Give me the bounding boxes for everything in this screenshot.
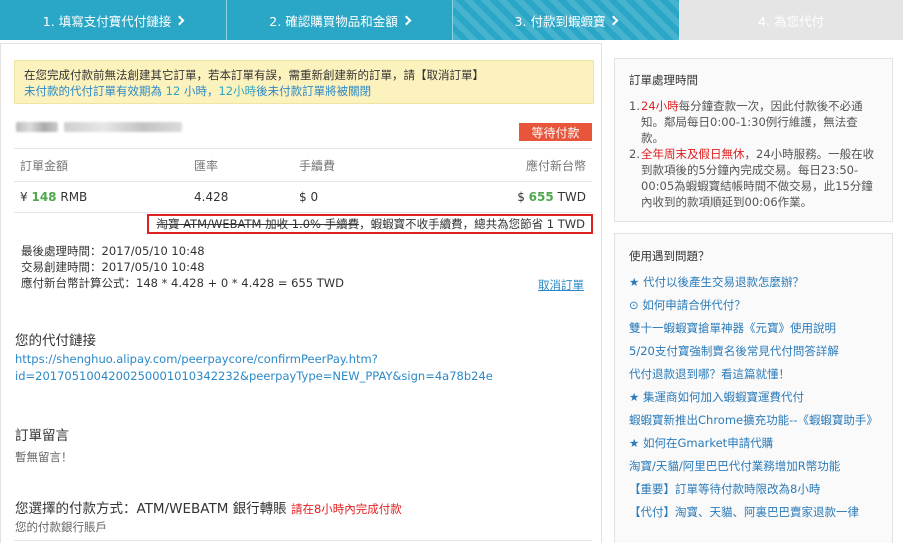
- processing-time-panel: 訂單處理時間 1. 24小時每分鐘查款一次，因此付款後不必通知。鄰局每日0:00-…: [614, 58, 893, 222]
- help-link[interactable]: 【重要】訂單等待付款時限改為8小時: [629, 481, 878, 497]
- help-link[interactable]: ★ 代付以後產生交易退款怎麼辦？: [629, 274, 878, 290]
- currency-symbol: $: [517, 190, 525, 204]
- help-title: 使用遇到問題？: [629, 249, 710, 263]
- status-badge: 等待付款: [519, 123, 592, 141]
- payment-deadline: 請在8小時內完成付款: [290, 502, 402, 516]
- order-times: 最後處理時間：2017/05/10 10:48 交易創建時間：2017/05/1…: [21, 243, 344, 291]
- help-link[interactable]: 5/20支付寶強制賣名後常見代付問答詳解: [629, 343, 878, 359]
- order-number-redacted: [16, 122, 182, 132]
- step-2-label: 2. 確認購買物品和金額: [269, 13, 398, 29]
- payment-method-text: 您選擇的付款方式：ATM/WEBATM 銀行轉賬: [15, 501, 287, 517]
- header-amount: 訂單金額: [20, 158, 69, 173]
- list-item: 2. 全年周末及假日無休，24小時服務。一般在收到款項後的5分鐘內完成交易。每日2…: [629, 146, 878, 210]
- help-link[interactable]: 【代付】淘寶、天貓、阿裏巴巴賣家退款一律: [629, 504, 878, 520]
- divider: [14, 540, 592, 541]
- help-link[interactable]: 淘寶/天貓/阿里巴巴代付業務增加R幣功能: [629, 458, 878, 474]
- processing-title: 訂單處理時間: [629, 73, 698, 87]
- message-empty: 暫無留言！: [15, 450, 73, 464]
- pay-formula: 應付新台幣計算公式：148 * 4.428 + 0 * 4.428 = 655 …: [21, 276, 344, 290]
- savings-text: ，蝦蝦寶不收手續費，總共為您節省 1 TWD: [359, 217, 585, 231]
- chevron-right-icon: [174, 15, 185, 26]
- notice-hours-em: 12小時: [218, 84, 257, 98]
- help-link[interactable]: ⊙ 如何申請合併代付？: [629, 297, 878, 313]
- pay-unit: TWD: [557, 190, 586, 204]
- step-1-label: 1. 填寫支付寶代付鏈接: [42, 13, 172, 29]
- list-item: 1. 24小時每分鐘查款一次，因此付款後不必通知。鄰局每日0:00-1:30例行維…: [629, 98, 878, 146]
- step-2: 2. 確認購買物品和金額: [226, 0, 452, 40]
- message-title: 訂單留言: [15, 428, 69, 444]
- redacted-value: [64, 122, 182, 132]
- table-row: ¥ 148 RMB 4.428 $ 0 $ 655 TWD: [14, 181, 592, 213]
- help-link[interactable]: 代付退款退到哪？看這篇就懂！: [629, 366, 878, 382]
- payment-method-title: 您選擇的付款方式：ATM/WEBATM 銀行轉賬 請在8小時內完成付款: [15, 497, 402, 517]
- help-link[interactable]: ★ 集運商如何加入蝦蝦寶運費代付: [629, 389, 878, 405]
- item-number: 2.: [629, 147, 640, 161]
- step-3-label: 3. 付款到蝦蝦寶: [514, 13, 606, 29]
- notice-line-2: 未付款的代付訂單有效期為 12 小時，12小時後未付款訂單將被關閉: [24, 83, 584, 99]
- chevron-right-icon: [609, 15, 619, 26]
- pay-link-line-1: https://shenghuo.alipay.com/peerpaycore/…: [15, 352, 378, 366]
- table-header-row: 訂單金額 匯率 手續費 應付新台幣: [14, 148, 592, 181]
- step-4-label: 4. 為您代付: [758, 13, 824, 29]
- pay-value: 655: [528, 190, 554, 204]
- notice-line-1: 在您完成付款前無法創建其它訂單，若本訂單有誤，需重新創建新的訂單，請【取消訂單】: [24, 68, 484, 82]
- notice-text: 未付款的代付訂單有效期為: [24, 84, 162, 98]
- last-processed-time: 最後處理時間：2017/05/10 10:48: [21, 244, 205, 258]
- notice-text: 後未付款訂單將被關閉: [256, 84, 372, 98]
- help-link[interactable]: ★ 如何在Gmarket申請代購: [629, 435, 878, 451]
- pay-link-title: 您的代付鏈接: [15, 333, 96, 349]
- redacted-label: [16, 122, 58, 132]
- amount-unit: RMB: [60, 190, 88, 204]
- exchange-rate: 4.428: [194, 190, 229, 204]
- pay-link-line-2: id=2017051004200250001010342232&peerpayT…: [15, 369, 493, 383]
- step-1: 1. 填寫支付寶代付鏈接: [0, 0, 226, 40]
- help-panel: 使用遇到問題？ ★ 代付以後產生交易退款怎麼辦？ ⊙ 如何申請合併代付？ 雙十一…: [614, 233, 893, 543]
- processing-list: 1. 24小時每分鐘查款一次，因此付款後不必通知。鄰局每日0:00-1:30例行維…: [629, 98, 878, 210]
- item-number: 1.: [629, 99, 640, 113]
- header-fee: 手續費: [299, 158, 336, 173]
- order-summary-table: 訂單金額 匯率 手續費 應付新台幣 ¥ 148 RMB 4.428 $ 0 $ …: [14, 148, 592, 213]
- help-link[interactable]: 蝦蝦寶新推出Chrome擴充功能--《蝦蝦寶助手》: [629, 412, 878, 428]
- step-4: 4. 為您代付: [679, 0, 903, 40]
- chevron-right-icon: [401, 15, 412, 26]
- created-time: 交易創建時間：2017/05/10 10:48: [21, 260, 205, 274]
- fee-value: $ 0: [299, 190, 319, 204]
- header-pay-twd: 應付新台幣: [525, 158, 586, 173]
- order-amount: ¥ 148 RMB: [14, 190, 194, 204]
- currency-symbol: ¥: [20, 190, 28, 204]
- notice-text: 小時，: [183, 84, 219, 98]
- notice-hours: 12: [165, 84, 181, 98]
- step-3-active: 3. 付款到蝦蝦寶: [452, 0, 679, 40]
- order-notice: 在您完成付款前無法創建其它訂單，若本訂單有誤，需重新創建新的訂單，請【取消訂單】…: [14, 60, 594, 104]
- payment-account-label: 您的付款銀行賬戶: [15, 520, 107, 534]
- pay-twd: $ 655 TWD: [459, 190, 592, 204]
- help-links: ★ 代付以後產生交易退款怎麼辦？ ⊙ 如何申請合併代付？ 雙十一蝦蝦寶搶單神器《…: [629, 274, 878, 520]
- savings-note: 淘寶 ATM/WEBATM 加收 1.0% 手續費 ，蝦蝦寶不收手續費，總共為您節…: [147, 214, 593, 234]
- item-em: 24小時: [641, 99, 679, 113]
- progress-steps: 1. 填寫支付寶代付鏈接 2. 確認購買物品和金額 3. 付款到蝦蝦寶 4. 為…: [0, 0, 903, 40]
- amount-value: 148: [31, 190, 57, 204]
- cancel-order-link[interactable]: 取消訂單: [538, 277, 584, 293]
- header-rate: 匯率: [194, 158, 219, 173]
- order-panel: 在您完成付款前無法創建其它訂單，若本訂單有誤，需重新創建新的訂單，請【取消訂單】…: [0, 43, 602, 543]
- pay-link-url[interactable]: https://shenghuo.alipay.com/peerpaycore/…: [15, 351, 493, 385]
- help-link[interactable]: 雙十一蝦蝦寶搶單神器《元寶》使用說明: [629, 320, 878, 336]
- savings-struck: 淘寶 ATM/WEBATM 加收 1.0% 手續費: [156, 217, 360, 231]
- item-em: 全年周末及假日無休: [641, 147, 745, 161]
